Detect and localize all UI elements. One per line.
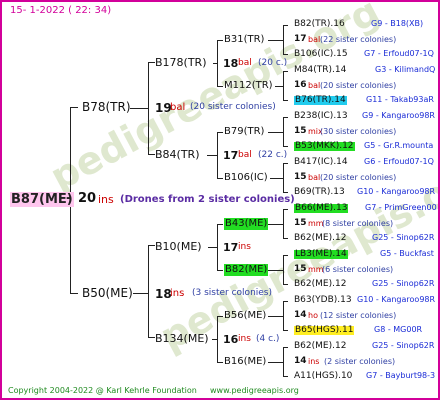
gen4-code-16: G5 - Buckfast xyxy=(380,249,434,258)
gen4-name-22[interactable]: B62(ME).12 xyxy=(294,342,346,351)
gen4-name-10[interactable]: B417(IC).14 xyxy=(294,158,348,167)
gen4-code-1: G9 - B18(XB) xyxy=(371,19,424,28)
gen4-abbr-23: ins xyxy=(308,357,320,366)
gen4-note-14: (8 sister colonies) xyxy=(322,219,394,228)
gen2-note-1: (20 c.) xyxy=(258,58,288,68)
gen4-number-5: 16 xyxy=(294,80,307,90)
gen1-dam-abbr: ins xyxy=(170,288,185,299)
gen3-name-3[interactable]: B79(TR) xyxy=(224,127,264,137)
subject-number: 20 xyxy=(78,191,97,206)
gen4-name-18[interactable]: B62(ME).12 xyxy=(294,280,346,289)
subject-drones-note: (Drones from 2 sister colonies) xyxy=(120,194,295,205)
gen4-name-15[interactable]: B62(ME).12 xyxy=(294,234,346,243)
gen4-number-17: 15 xyxy=(294,264,307,274)
gen2-abbr-4: ins xyxy=(238,334,251,344)
gen1-dam-name[interactable]: B50(ME) xyxy=(82,287,133,299)
gen3-name-2[interactable]: M112(TR) xyxy=(224,81,273,91)
gen4-number-14: 15 xyxy=(294,218,307,228)
gen1-sire-name[interactable]: B78(TR) xyxy=(82,101,131,113)
gen1-dam-note: (3 sister colonies) xyxy=(192,288,273,298)
gen4-code-13: G7 - PrimGreen00 xyxy=(365,203,437,212)
gen4-name-13[interactable]: B66(ME).13 xyxy=(294,204,349,213)
report-date: 15- 1-2022 ( 22: 34) xyxy=(10,5,112,16)
gen4-code-3: G7 - Erfoud07-1Q xyxy=(364,49,434,58)
gen4-name-9[interactable]: B53(MKK).12 xyxy=(294,142,355,151)
gen4-code-12: G10 - Kangaroo98R xyxy=(357,187,436,196)
subject-queen-name[interactable]: B87(ME) xyxy=(10,192,74,207)
gen4-note-11: (20 sister colonies) xyxy=(320,173,397,182)
gen4-name-12[interactable]: B69(TR).13 xyxy=(294,188,345,197)
gen4-note-17: (6 sister colonies) xyxy=(322,265,394,274)
gen4-name-21[interactable]: B65(HGS).11 xyxy=(294,326,355,335)
gen2-name-1[interactable]: B178(TR) xyxy=(155,57,207,68)
gen4-abbr-20: ho xyxy=(308,311,318,320)
gen4-number-8: 15 xyxy=(294,126,307,136)
gen3-name-7[interactable]: B56(ME) xyxy=(224,311,266,321)
gen4-number-2: 17 xyxy=(294,34,307,44)
gen3-name-6[interactable]: B82(ME) xyxy=(224,264,269,276)
gen4-code-15: G25 - Sinop62R xyxy=(372,233,435,242)
gen4-name-7[interactable]: B238(IC).13 xyxy=(294,112,348,121)
gen4-abbr-2: bal xyxy=(308,35,321,44)
gen4-number-20: 14 xyxy=(294,310,307,320)
gen3-name-5[interactable]: B43(ME) xyxy=(224,218,269,230)
gen4-note-8: (30 sister colonies) xyxy=(320,127,397,136)
footer-site-link[interactable]: www.pedigreeapis.org xyxy=(210,387,299,395)
gen4-note-5: (20 sister colonies) xyxy=(320,81,397,90)
gen4-name-6[interactable]: B76(TR).14 xyxy=(294,96,347,105)
gen4-name-4[interactable]: M84(TR).14 xyxy=(294,66,346,75)
gen4-name-1[interactable]: B82(TR).16 xyxy=(294,20,345,29)
gen4-code-7: G9 - Kangaroo98R xyxy=(362,111,435,120)
gen3-name-1[interactable]: B31(TR) xyxy=(224,35,264,45)
gen2-name-4[interactable]: B134(ME) xyxy=(155,333,209,344)
subject-separator: - xyxy=(66,191,72,206)
gen2-number-1: 18 xyxy=(223,57,239,70)
gen4-note-2: (22 sister colonies) xyxy=(320,35,397,44)
gen4-note-23: (2 sister colonies) xyxy=(324,357,396,366)
gen2-number-3: 17 xyxy=(223,241,239,254)
gen4-code-4: G3 - KilimandQ xyxy=(375,65,436,74)
gen4-code-10: G6 - Erfoud07-1Q xyxy=(364,157,434,166)
gen2-abbr-1: bal xyxy=(238,58,252,68)
gen4-abbr-5: bal xyxy=(308,81,321,90)
gen2-number-4: 16 xyxy=(223,333,239,346)
gen4-number-23: 14 xyxy=(294,356,307,366)
gen4-name-19[interactable]: B63(YDB).13 xyxy=(294,296,352,305)
gen4-name-24[interactable]: A11(HGS).10 xyxy=(294,372,352,381)
gen2-note-2: (22 c.) xyxy=(258,150,288,160)
gen1-sire-note: (20 sister colonies) xyxy=(190,102,276,112)
gen4-code-21: G8 - MG00R xyxy=(374,325,423,334)
pedigree-frame: pedigreeapis.org pedigreeapis.org 15- 1-… xyxy=(0,0,440,400)
gen4-code-9: G5 - Gr.R.mounta xyxy=(364,141,434,150)
gen2-note-4: (4 c.) xyxy=(256,334,280,344)
gen3-name-8[interactable]: B16(ME) xyxy=(224,357,266,367)
gen2-name-3[interactable]: B10(ME) xyxy=(155,241,202,252)
gen2-name-2[interactable]: B84(TR) xyxy=(155,149,200,160)
gen4-code-6: G11 - Takab93aR xyxy=(366,95,434,104)
gen4-code-19: G10 - Kangaroo98R xyxy=(357,295,436,304)
gen2-abbr-2: bal xyxy=(238,150,252,160)
gen4-note-20: (12 sister colonies) xyxy=(320,311,397,320)
gen4-code-18: G25 - Sinop62R xyxy=(372,279,435,288)
gen2-abbr-3: ins xyxy=(238,242,251,252)
footer-copyright: Copyright 2004-2022 @ Karl Kehrle Founda… xyxy=(8,386,197,395)
subject-abbr: ins xyxy=(98,193,114,206)
gen3-name-4[interactable]: B106(IC) xyxy=(224,173,268,183)
gen4-name-16[interactable]: LB3(ME).14 xyxy=(294,250,348,259)
gen4-number-11: 15 xyxy=(294,172,307,182)
gen4-code-22: G25 - Sinop62R xyxy=(372,341,435,350)
gen1-sire-abbr: bal xyxy=(170,102,186,113)
gen4-code-24: G7 - Bayburt98-3 xyxy=(366,371,436,380)
gen2-number-2: 17 xyxy=(223,149,239,162)
gen4-name-3[interactable]: B106(IC).15 xyxy=(294,50,348,59)
gen4-abbr-11: bal xyxy=(308,173,321,182)
